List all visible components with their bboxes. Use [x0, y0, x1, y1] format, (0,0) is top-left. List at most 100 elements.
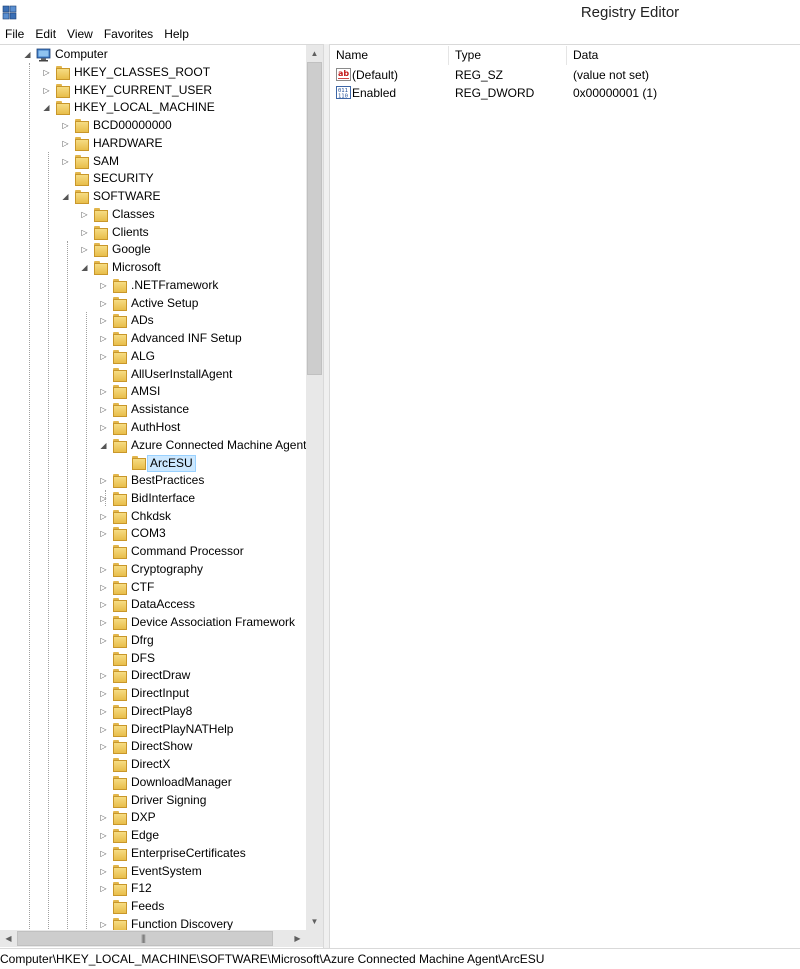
collapsed-arrow-icon[interactable]: ▷ [61, 139, 70, 148]
tree-node[interactable]: ▷ DirectInput [0, 685, 306, 703]
tree-node[interactable]: ▷ Assistance [0, 401, 306, 419]
tree-node[interactable]: Feeds [0, 898, 306, 916]
tree-node-label[interactable]: DirectPlay8 [131, 703, 192, 721]
tree-node-label[interactable]: EventSystem [131, 863, 202, 881]
tree-node-label[interactable]: Microsoft [112, 259, 161, 277]
expanded-arrow-icon[interactable]: ◢ [80, 263, 89, 272]
tree-node-label[interactable]: Classes [112, 206, 155, 224]
tree-node[interactable]: ▷ Google [0, 241, 306, 259]
tree-node[interactable]: ▷ DirectDraw [0, 667, 306, 685]
collapsed-arrow-icon[interactable]: ▷ [80, 210, 89, 219]
expanded-arrow-icon[interactable]: ◢ [99, 441, 108, 450]
tree-node-label[interactable]: EnterpriseCertificates [131, 845, 246, 863]
tree-node[interactable]: Driver Signing [0, 792, 306, 810]
tree-node[interactable]: ▷ ADs [0, 312, 306, 330]
collapsed-arrow-icon[interactable]: ▷ [99, 813, 108, 822]
tree-node-label[interactable]: AllUserInstallAgent [131, 366, 232, 384]
tree-node[interactable]: ▷ EventSystem [0, 863, 306, 881]
collapsed-arrow-icon[interactable]: ▷ [99, 565, 108, 574]
tree-horizontal-scrollbar[interactable]: ◀ ||| ▶ [0, 930, 306, 947]
vertical-scroll-thumb[interactable] [307, 62, 322, 375]
collapsed-arrow-icon[interactable]: ▷ [99, 512, 108, 521]
collapsed-arrow-icon[interactable]: ▷ [61, 157, 70, 166]
tree-node-label[interactable]: Device Association Framework [131, 614, 295, 632]
collapsed-arrow-icon[interactable]: ▷ [99, 742, 108, 751]
tree-node-label[interactable]: HKEY_CURRENT_USER [74, 82, 212, 100]
tree-node[interactable]: ArcESU [0, 454, 306, 473]
scroll-down-arrow-icon[interactable]: ▼ [306, 913, 323, 930]
tree-node[interactable]: ◢ Computer [0, 46, 306, 64]
tree-node[interactable]: ▷ Classes [0, 206, 306, 224]
scroll-left-arrow-icon[interactable]: ◀ [0, 930, 17, 947]
tree-node[interactable]: ◢ HKEY_LOCAL_MACHINE [0, 99, 306, 117]
tree-node-label[interactable]: DownloadManager [131, 774, 232, 792]
tree-node-label[interactable]: Dfrg [131, 632, 154, 650]
tree-node[interactable]: ▷ AuthHost [0, 419, 306, 437]
tree-node[interactable]: ▷ Device Association Framework [0, 614, 306, 632]
tree-node[interactable]: ▷ SAM [0, 153, 306, 171]
tree-node-label[interactable]: Feeds [131, 898, 164, 916]
collapsed-arrow-icon[interactable]: ▷ [99, 884, 108, 893]
menu-edit[interactable]: Edit [30, 24, 62, 44]
tree-node-label[interactable]: DirectShow [131, 738, 192, 756]
tree-node-label[interactable]: HKEY_LOCAL_MACHINE [74, 99, 215, 117]
tree-node[interactable]: ▷ Active Setup [0, 295, 306, 313]
tree-node-label[interactable]: AMSI [131, 383, 160, 401]
menu-favorites[interactable]: Favorites [99, 24, 159, 44]
tree-node[interactable]: ▷ DXP [0, 809, 306, 827]
tree-node[interactable]: DirectX [0, 756, 306, 774]
collapsed-arrow-icon[interactable]: ▷ [99, 920, 108, 929]
tree-node-label[interactable]: .NETFramework [131, 277, 218, 295]
collapsed-arrow-icon[interactable]: ▷ [99, 618, 108, 627]
tree-node[interactable]: ▷ HKEY_CURRENT_USER [0, 82, 306, 100]
tree-node-label[interactable]: AuthHost [131, 419, 180, 437]
tree-node-label[interactable]: F12 [131, 880, 152, 898]
menu-file[interactable]: File [0, 24, 30, 44]
tree-node[interactable]: ▷ Advanced INF Setup [0, 330, 306, 348]
collapsed-arrow-icon[interactable]: ▷ [99, 387, 108, 396]
tree-node-label[interactable]: Computer [55, 46, 108, 64]
menu-view[interactable]: View [62, 24, 99, 44]
tree-node[interactable]: ◢ Azure Connected Machine Agent [0, 437, 306, 455]
tree-node-label[interactable]: DXP [131, 809, 156, 827]
collapsed-arrow-icon[interactable]: ▷ [99, 600, 108, 609]
tree-node[interactable]: Command Processor [0, 543, 306, 561]
collapsed-arrow-icon[interactable]: ▷ [99, 867, 108, 876]
expanded-arrow-icon[interactable]: ◢ [42, 103, 51, 112]
tree-node[interactable]: ▷ BCD00000000 [0, 117, 306, 135]
collapsed-arrow-icon[interactable]: ▷ [99, 849, 108, 858]
tree-node[interactable]: ▷ HKEY_CLASSES_ROOT [0, 64, 306, 82]
column-header-name[interactable]: Name [330, 46, 449, 65]
collapsed-arrow-icon[interactable]: ▷ [99, 529, 108, 538]
tree-node[interactable]: ▷ COM3 [0, 525, 306, 543]
tree-node[interactable]: ▷ HARDWARE [0, 135, 306, 153]
tree-node-label[interactable]: BCD00000000 [93, 117, 172, 135]
tree-node-label[interactable]: Cryptography [131, 561, 203, 579]
values-list-pane[interactable]: Name Type Data ab (Default) REG_SZ (valu… [329, 44, 800, 948]
tree-node[interactable]: ▷ .NETFramework [0, 277, 306, 295]
tree-node[interactable]: ▷ DirectPlayNATHelp [0, 721, 306, 739]
column-header-type[interactable]: Type [449, 46, 567, 65]
tree-node[interactable]: ▷ DataAccess [0, 596, 306, 614]
tree-node-label[interactable]: ADs [131, 312, 154, 330]
tree-node-label[interactable]: ArcESU [147, 455, 196, 473]
tree-node[interactable]: ▷ F12 [0, 880, 306, 898]
tree-node[interactable]: ▷ DirectPlay8 [0, 703, 306, 721]
collapsed-arrow-icon[interactable]: ▷ [99, 316, 108, 325]
expanded-arrow-icon[interactable]: ◢ [61, 192, 70, 201]
tree-node-label[interactable]: Advanced INF Setup [131, 330, 242, 348]
tree-vertical-scrollbar[interactable]: ▲ ▼ [306, 45, 323, 930]
tree-node-label[interactable]: HARDWARE [93, 135, 163, 153]
horizontal-scroll-thumb[interactable]: ||| [17, 931, 273, 946]
collapsed-arrow-icon[interactable]: ▷ [99, 334, 108, 343]
tree-node-label[interactable]: Driver Signing [131, 792, 206, 810]
tree-node-label[interactable]: CTF [131, 579, 154, 597]
collapsed-arrow-icon[interactable]: ▷ [99, 352, 108, 361]
tree-node-label[interactable]: Azure Connected Machine Agent [131, 437, 306, 455]
tree-node-label[interactable]: HKEY_CLASSES_ROOT [74, 64, 210, 82]
collapsed-arrow-icon[interactable]: ▷ [99, 671, 108, 680]
tree-node-label[interactable]: Edge [131, 827, 159, 845]
collapsed-arrow-icon[interactable]: ▷ [99, 831, 108, 840]
tree-node[interactable]: ▷ AMSI [0, 383, 306, 401]
collapsed-arrow-icon[interactable]: ▷ [99, 423, 108, 432]
